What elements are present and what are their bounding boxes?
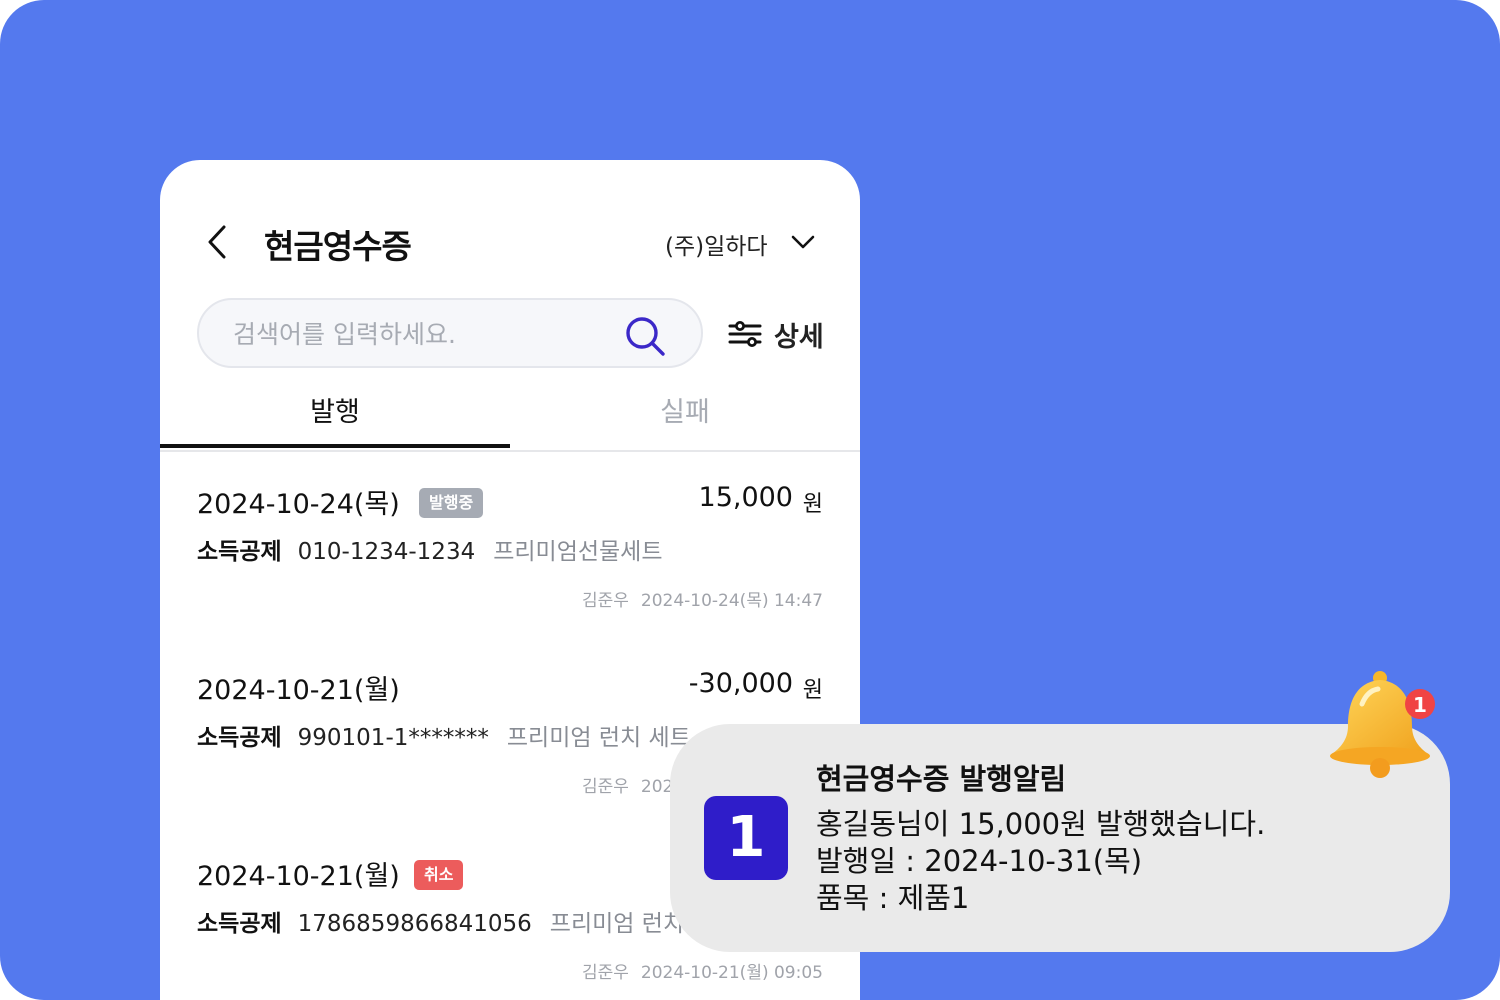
receipt-details: 소득공제 1786859866841056 프리미엄 런치 세트 xyxy=(197,904,734,938)
receipt-category: 소득공제 xyxy=(197,725,282,751)
chevron-down-icon[interactable] xyxy=(790,232,816,252)
receipt-timestamp: 2024-10-21(월) 09:05 xyxy=(640,963,823,983)
receipt-number: 990101-1******* xyxy=(297,725,489,751)
receipt-product: 프리미엄선물세트 xyxy=(493,539,663,565)
receipt-details: 소득공제 990101-1******* 프리미엄 런치 세트 xyxy=(197,718,691,752)
receipt-date: 2024-10-21(월) xyxy=(197,861,400,892)
receipt-category: 소득공제 xyxy=(197,539,282,565)
receipt-number: 1786859866841056 xyxy=(297,911,532,937)
receipt-meta: 김준우 2024-10-24(목) 14:47 xyxy=(582,586,823,611)
receipt-amount: -30,000 xyxy=(688,668,793,699)
receipt-author: 김준우 xyxy=(581,963,629,983)
notification-body: 홍길동님이 15,000원 발행했습니다. 발행일 : 2024-10-31(목… xyxy=(816,806,1265,917)
currency-label: 원 xyxy=(802,492,823,517)
search-input[interactable] xyxy=(231,300,615,368)
filter-label: 상세 xyxy=(774,321,824,353)
tab-failed[interactable]: 실패 xyxy=(510,386,860,450)
filter-button[interactable]: 상세 xyxy=(728,316,824,353)
receipt-timestamp: 2024-10-24(목) 14:47 xyxy=(640,591,823,611)
bell-icon: 1 xyxy=(1330,671,1435,778)
search-icon[interactable] xyxy=(623,314,667,358)
filter-sliders-icon xyxy=(728,321,762,347)
bell-badge-count: 1 xyxy=(1413,693,1427,717)
status-badge: 취소 xyxy=(414,860,464,890)
receipt-number: 010-1234-1234 xyxy=(297,539,476,565)
receipt-date: 2024-10-21(월) xyxy=(197,675,400,706)
tab-issued[interactable]: 발행 xyxy=(160,386,510,448)
notification-line: 홍길동님이 15,000원 발행했습니다. xyxy=(816,807,1266,841)
background: 현금영수증 (주)일하다 상세 발행 실패 xyxy=(0,0,1500,1000)
receipt-date: 2024-10-24(목) xyxy=(197,489,400,520)
receipt-product: 프리미엄 런치 세트 xyxy=(506,725,691,751)
list-item[interactable]: 2024-10-24(목) 발행중 15,000 원 소득공제 010-1234-… xyxy=(197,482,823,652)
currency-label: 원 xyxy=(802,678,823,703)
receipt-details: 소득공제 010-1234-1234 프리미엄선물세트 xyxy=(197,532,663,566)
notification-title: 현금영수증 발행알림 xyxy=(816,762,1067,796)
receipt-author: 김준우 xyxy=(581,591,629,611)
notification-line: 품목 : 제품1 xyxy=(816,881,970,915)
tab-bar: 발행 실패 xyxy=(160,386,860,452)
app-logo: 1 xyxy=(704,796,788,880)
company-selector[interactable]: (주)일하다 xyxy=(665,227,768,261)
app-header: 현금영수증 (주)일하다 xyxy=(160,160,860,320)
back-arrow-icon[interactable] xyxy=(204,224,230,260)
receipt-amount: 15,000 xyxy=(698,482,793,513)
page-title: 현금영수증 xyxy=(264,227,412,266)
receipt-author: 김준우 xyxy=(581,777,629,797)
search-box xyxy=(197,298,703,368)
status-badge: 발행중 xyxy=(419,488,484,518)
notification-line: 발행일 : 2024-10-31(목) xyxy=(816,844,1143,878)
receipt-meta: 김준우 2024-10-21(월) 09:05 xyxy=(582,958,823,983)
receipt-category: 소득공제 xyxy=(197,911,282,937)
